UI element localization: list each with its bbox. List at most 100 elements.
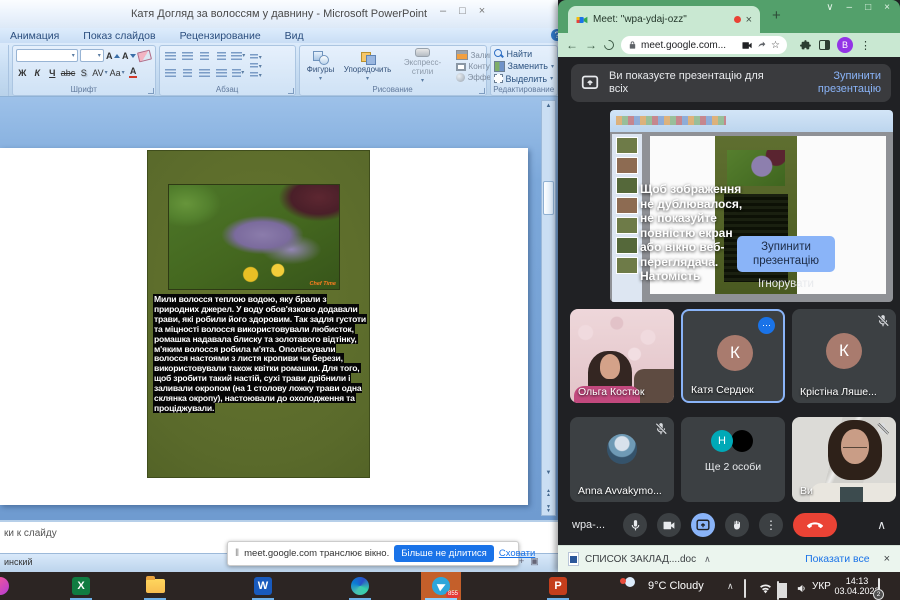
replace-button[interactable]: Заменить▾	[494, 61, 554, 72]
more-options-button[interactable]: ⋮	[759, 513, 783, 537]
weather-text[interactable]: 9°C Cloudy	[648, 580, 704, 592]
reload-icon[interactable]	[602, 38, 616, 52]
text-shadow-button[interactable]: S	[77, 67, 90, 79]
ppt-minimize-button[interactable]: –	[440, 5, 446, 17]
ppt-tab-animation[interactable]: Анимация	[10, 30, 59, 42]
participant-tile-you[interactable]: Ви	[792, 417, 896, 502]
bookmark-star-icon[interactable]: ☆	[771, 40, 780, 51]
slide-canvas[interactable]: Chef Time Мили волосся теплою водою, яку…	[0, 148, 528, 505]
ignore-link[interactable]: Ігнорувати	[737, 278, 835, 290]
ppt-close-button[interactable]: ×	[479, 5, 485, 17]
battery-icon[interactable]	[777, 582, 779, 600]
share-icon[interactable]	[757, 40, 767, 50]
taskbar-telegram-icon-active[interactable]: 855	[421, 572, 461, 600]
justify-button[interactable]	[214, 67, 229, 79]
slide[interactable]: Chef Time Мили волосся теплою водою, яку…	[147, 150, 370, 478]
hide-share-bar-link[interactable]: Сховати	[499, 548, 535, 559]
character-spacing-button[interactable]: AV▾	[92, 67, 107, 79]
tray-overflow-icon[interactable]: ∧	[727, 581, 734, 592]
stop-presentation-button[interactable]: Зупинити презентацію	[737, 236, 835, 272]
decrease-indent-button[interactable]	[197, 50, 212, 62]
participant-tile-anna[interactable]: Anna Avvakymo...	[570, 417, 674, 502]
participant-tile-kristina[interactable]: К Крістіна Ляше...	[792, 309, 896, 403]
numbering-button[interactable]	[180, 50, 195, 62]
present-button-active[interactable]	[691, 513, 715, 537]
shrink-font-button[interactable]: A	[122, 49, 136, 62]
herbs-photo[interactable]: Chef Time	[168, 184, 340, 290]
quick-styles-button[interactable]: Экспресс-стили ▾	[397, 48, 449, 84]
ppt-maximize-button[interactable]: □	[459, 5, 466, 17]
shapes-button[interactable]: Фигуры ▾	[303, 48, 339, 84]
downloaded-file-name[interactable]: СПИСОК ЗАКЛАД....doc	[585, 554, 696, 565]
dialog-launcher-icon[interactable]	[479, 88, 485, 94]
browser-tab[interactable]: Meet: "wpa-ydaj-ozz" ×	[568, 6, 760, 33]
smartart-button[interactable]: ▾	[250, 71, 268, 79]
columns-button[interactable]: ▾	[231, 67, 246, 79]
new-tab-button[interactable]: +	[772, 7, 781, 24]
align-left-button[interactable]	[163, 67, 178, 79]
italic-button[interactable]: К	[31, 67, 44, 79]
grow-font-button[interactable]: A	[106, 49, 120, 62]
previous-slide-button[interactable]: ▲▲	[542, 489, 555, 497]
chrome-maximize-button[interactable]: □	[865, 2, 871, 13]
ppt-tab-view[interactable]: Вид	[285, 30, 304, 42]
align-right-button[interactable]	[197, 67, 212, 79]
font-name-combo[interactable]: ▾	[16, 49, 78, 62]
volume-icon[interactable]	[796, 581, 807, 599]
browser-menu-icon[interactable]: ⋮	[860, 39, 871, 52]
underline-button[interactable]: Ч	[46, 67, 59, 79]
back-icon[interactable]: ←	[566, 39, 578, 51]
align-center-button[interactable]	[180, 67, 195, 79]
taskbar-explorer-icon[interactable]	[141, 572, 169, 600]
chrome-close-button[interactable]: ×	[884, 2, 890, 13]
forward-icon[interactable]: →	[585, 39, 597, 51]
taskbar-excel-icon[interactable]: X	[67, 572, 95, 600]
taskbar-edge-icon[interactable]	[346, 572, 374, 600]
notification-center-icon[interactable]: 2	[878, 579, 880, 597]
find-button[interactable]: Найти	[494, 49, 554, 59]
device-icon[interactable]	[744, 580, 746, 598]
text-direction-button[interactable]: ▾	[250, 53, 268, 61]
mic-button[interactable]	[623, 513, 647, 537]
collapse-controls-icon[interactable]: ∧	[877, 518, 886, 532]
shared-screen-preview[interactable]: Щоб зображення не дублювалося, не показу…	[610, 110, 893, 302]
show-all-downloads-link[interactable]: Показати все	[805, 553, 870, 565]
dialog-launcher-icon[interactable]	[148, 88, 154, 94]
clear-formatting-button[interactable]	[138, 49, 152, 62]
stop-presenting-link[interactable]: Зупинити презентацію	[789, 70, 881, 96]
keyboard-language[interactable]: УКР	[812, 581, 831, 592]
select-button[interactable]: Выделить▾	[494, 74, 554, 84]
taskbar-word-icon[interactable]: W	[249, 572, 277, 600]
ppt-tab-slideshow[interactable]: Показ слайдов	[83, 30, 155, 42]
dialog-launcher-icon[interactable]	[288, 88, 294, 94]
line-spacing-button[interactable]: ▾	[231, 50, 246, 62]
next-slide-button[interactable]: ▼▼	[542, 505, 555, 513]
chrome-tab-search-icon[interactable]: ∨	[826, 2, 833, 13]
increase-indent-button[interactable]	[214, 50, 229, 62]
tile-options-icon[interactable]: ⋯	[758, 317, 775, 334]
participant-tile-katia[interactable]: К ⋯ Катя Сердюк	[681, 309, 785, 403]
chrome-minimize-button[interactable]: –	[847, 2, 853, 13]
strikethrough-button[interactable]: abc	[61, 67, 76, 79]
scroll-down-icon[interactable]: ▼	[542, 468, 555, 479]
participant-tile-olga[interactable]: Ольга Костюк	[570, 309, 674, 403]
bullets-button[interactable]	[163, 50, 178, 62]
scroll-up-icon[interactable]: ▲	[542, 101, 555, 112]
camera-button[interactable]	[657, 513, 681, 537]
ppt-vertical-scrollbar[interactable]: ▲ ▼ ▲▲ ▼▼	[541, 100, 556, 516]
taskbar-powerpoint-icon[interactable]: P	[544, 572, 572, 600]
end-call-button[interactable]	[793, 513, 837, 537]
font-size-combo[interactable]: ▾	[80, 49, 104, 62]
profile-avatar[interactable]: B	[837, 37, 853, 53]
download-options-icon[interactable]: ∧	[704, 554, 711, 565]
raise-hand-button[interactable]	[725, 513, 749, 537]
change-case-button[interactable]: Aa▾	[110, 67, 125, 79]
font-color-button[interactable]: A	[127, 67, 140, 79]
side-panel-icon[interactable]	[819, 40, 830, 50]
ppt-titlebar[interactable]: Катя Догляд за волоссям у давнину - Micr…	[0, 0, 558, 29]
address-bar[interactable]: meet.google.com... ☆	[621, 36, 787, 54]
ppt-tab-review[interactable]: Рецензирование	[180, 30, 261, 42]
downloads-bar-close-icon[interactable]: ×	[884, 553, 890, 565]
scrollbar-thumb[interactable]	[543, 181, 554, 215]
taskbar-app-browser-icon[interactable]	[0, 577, 9, 595]
